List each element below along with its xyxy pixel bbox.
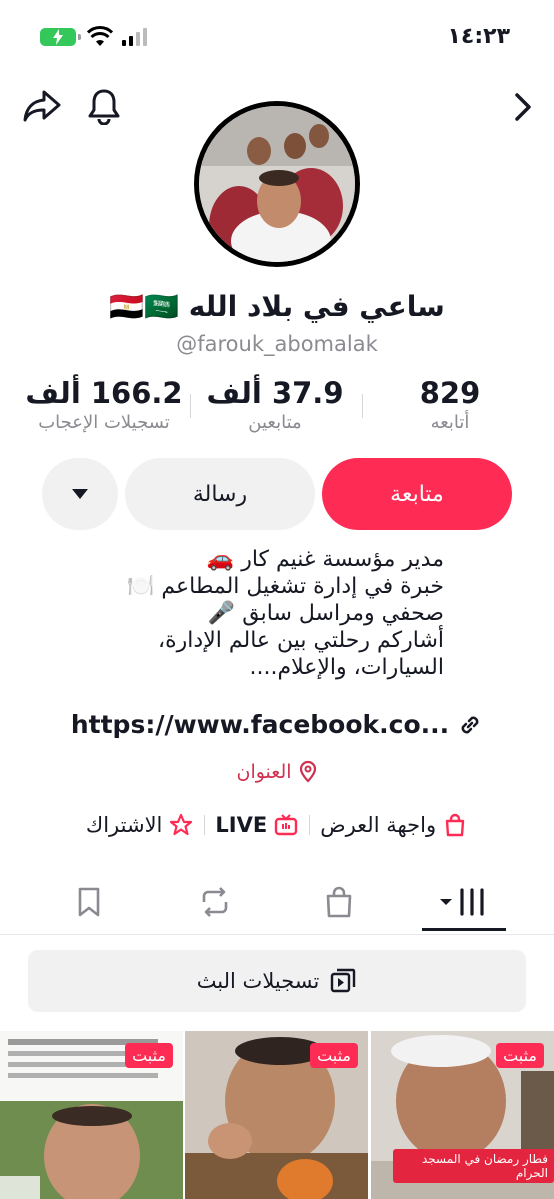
link-icon [461, 716, 479, 733]
battery-icon [40, 28, 81, 46]
live-tv-icon [274, 814, 298, 836]
repost-icon [202, 887, 228, 917]
status-time: ١٤:٢٣ [447, 24, 510, 49]
avatar-photo [199, 106, 355, 262]
bio-line: مدير مؤسسة غنيم كار 🚗 [206, 547, 444, 572]
subscribe-star-icon [170, 813, 193, 836]
shopping-bag-icon [326, 886, 352, 918]
active-tab-indicator [422, 928, 506, 931]
profile-tabs [0, 870, 554, 935]
chevron-right-icon [515, 93, 531, 121]
likes-stat[interactable]: 166.2 ألف تسجيلات الإعجاب [18, 376, 190, 433]
showcase-label: واجهة العرض [320, 813, 437, 837]
likes-count: 166.2 ألف [25, 376, 183, 410]
address-link[interactable]: العنوان [0, 760, 554, 784]
shopping-bag-icon [445, 813, 465, 837]
bio-link[interactable]: https://www.facebook.co... [0, 710, 554, 739]
video-thumbnail[interactable]: مثبت [0, 1031, 183, 1199]
following-count: 829 [419, 376, 481, 410]
bookmark-icon [78, 887, 100, 917]
showcase-chip[interactable]: واجهة العرض [310, 812, 478, 838]
cellular-signal-icon [122, 28, 147, 46]
chip-divider [204, 815, 206, 835]
tab-favorites[interactable] [44, 870, 134, 934]
location-pin-icon [299, 760, 316, 783]
likes-label: تسجيلات الإعجاب [38, 412, 170, 433]
wifi-icon [87, 26, 113, 46]
pinned-badge: مثبت [310, 1043, 358, 1068]
share-button[interactable] [20, 86, 64, 126]
video-thumbnail[interactable]: مثبت فطار رمضان في المسجد الحرام [371, 1031, 554, 1199]
more-options-button[interactable] [42, 458, 118, 530]
live-recordings-button[interactable]: تسجيلات البث [28, 950, 526, 1012]
followers-label: متابعين [248, 412, 302, 433]
stat-divider [362, 394, 363, 418]
bio: مدير مؤسسة غنيم كار 🚗 خبرة في إدارة تشغي… [24, 546, 444, 681]
following-stat[interactable]: 829 أتابعه [390, 376, 510, 433]
follow-button[interactable]: متابعة [322, 458, 512, 530]
bio-link-text: https://www.facebook.co... [70, 710, 450, 739]
bio-line: أشاركم رحلتي بين عالم الإدارة، [158, 628, 444, 653]
share-icon [23, 90, 61, 122]
notifications-button[interactable] [84, 84, 124, 128]
followers-count: 37.9 ألف [206, 376, 344, 410]
pinned-badge: مثبت [125, 1043, 173, 1068]
caret-down-icon [72, 489, 88, 499]
live-label: LIVE [215, 813, 268, 837]
chip-divider [309, 815, 311, 835]
video-caption: فطار رمضان في المسجد الحرام [393, 1149, 554, 1183]
tab-videos[interactable] [419, 870, 509, 934]
profile-name: ساعي في بلاد الله 🇪🇬🇸🇦 [109, 290, 445, 323]
live-chip[interactable]: LIVE [205, 812, 309, 838]
bell-icon [88, 89, 120, 125]
bio-line: السيارات، والإعلام.... [249, 655, 444, 680]
tab-shop[interactable] [294, 870, 384, 934]
tab-reposts[interactable] [170, 870, 260, 934]
stat-divider [190, 394, 191, 418]
following-label: أتابعه [430, 412, 470, 433]
pinned-badge: مثبت [496, 1043, 544, 1068]
address-label: العنوان [236, 761, 292, 783]
live-replay-icon [331, 968, 356, 993]
live-recordings-label: تسجيلات البث [196, 969, 320, 993]
profile-chips: واجهة العرض LIVE الاشتراك [0, 812, 554, 838]
followers-stat[interactable]: 37.9 ألف متابعين [200, 376, 350, 433]
video-grid-icon [440, 888, 484, 916]
bio-line: خبرة في إدارة تشغيل المطاعم 🍽️ [126, 574, 444, 599]
profile-handle: @farouk_abomalak [176, 332, 378, 356]
subscribe-label: الاشتراك [85, 813, 163, 837]
avatar[interactable] [194, 101, 360, 267]
subscribe-chip[interactable]: الاشتراك [76, 812, 204, 838]
video-thumbnail[interactable]: مثبت [185, 1031, 368, 1199]
bio-line: صحفي ومراسل سابق 🎤 [207, 601, 444, 626]
message-button[interactable]: رسالة [125, 458, 315, 530]
forward-button[interactable] [506, 88, 540, 126]
